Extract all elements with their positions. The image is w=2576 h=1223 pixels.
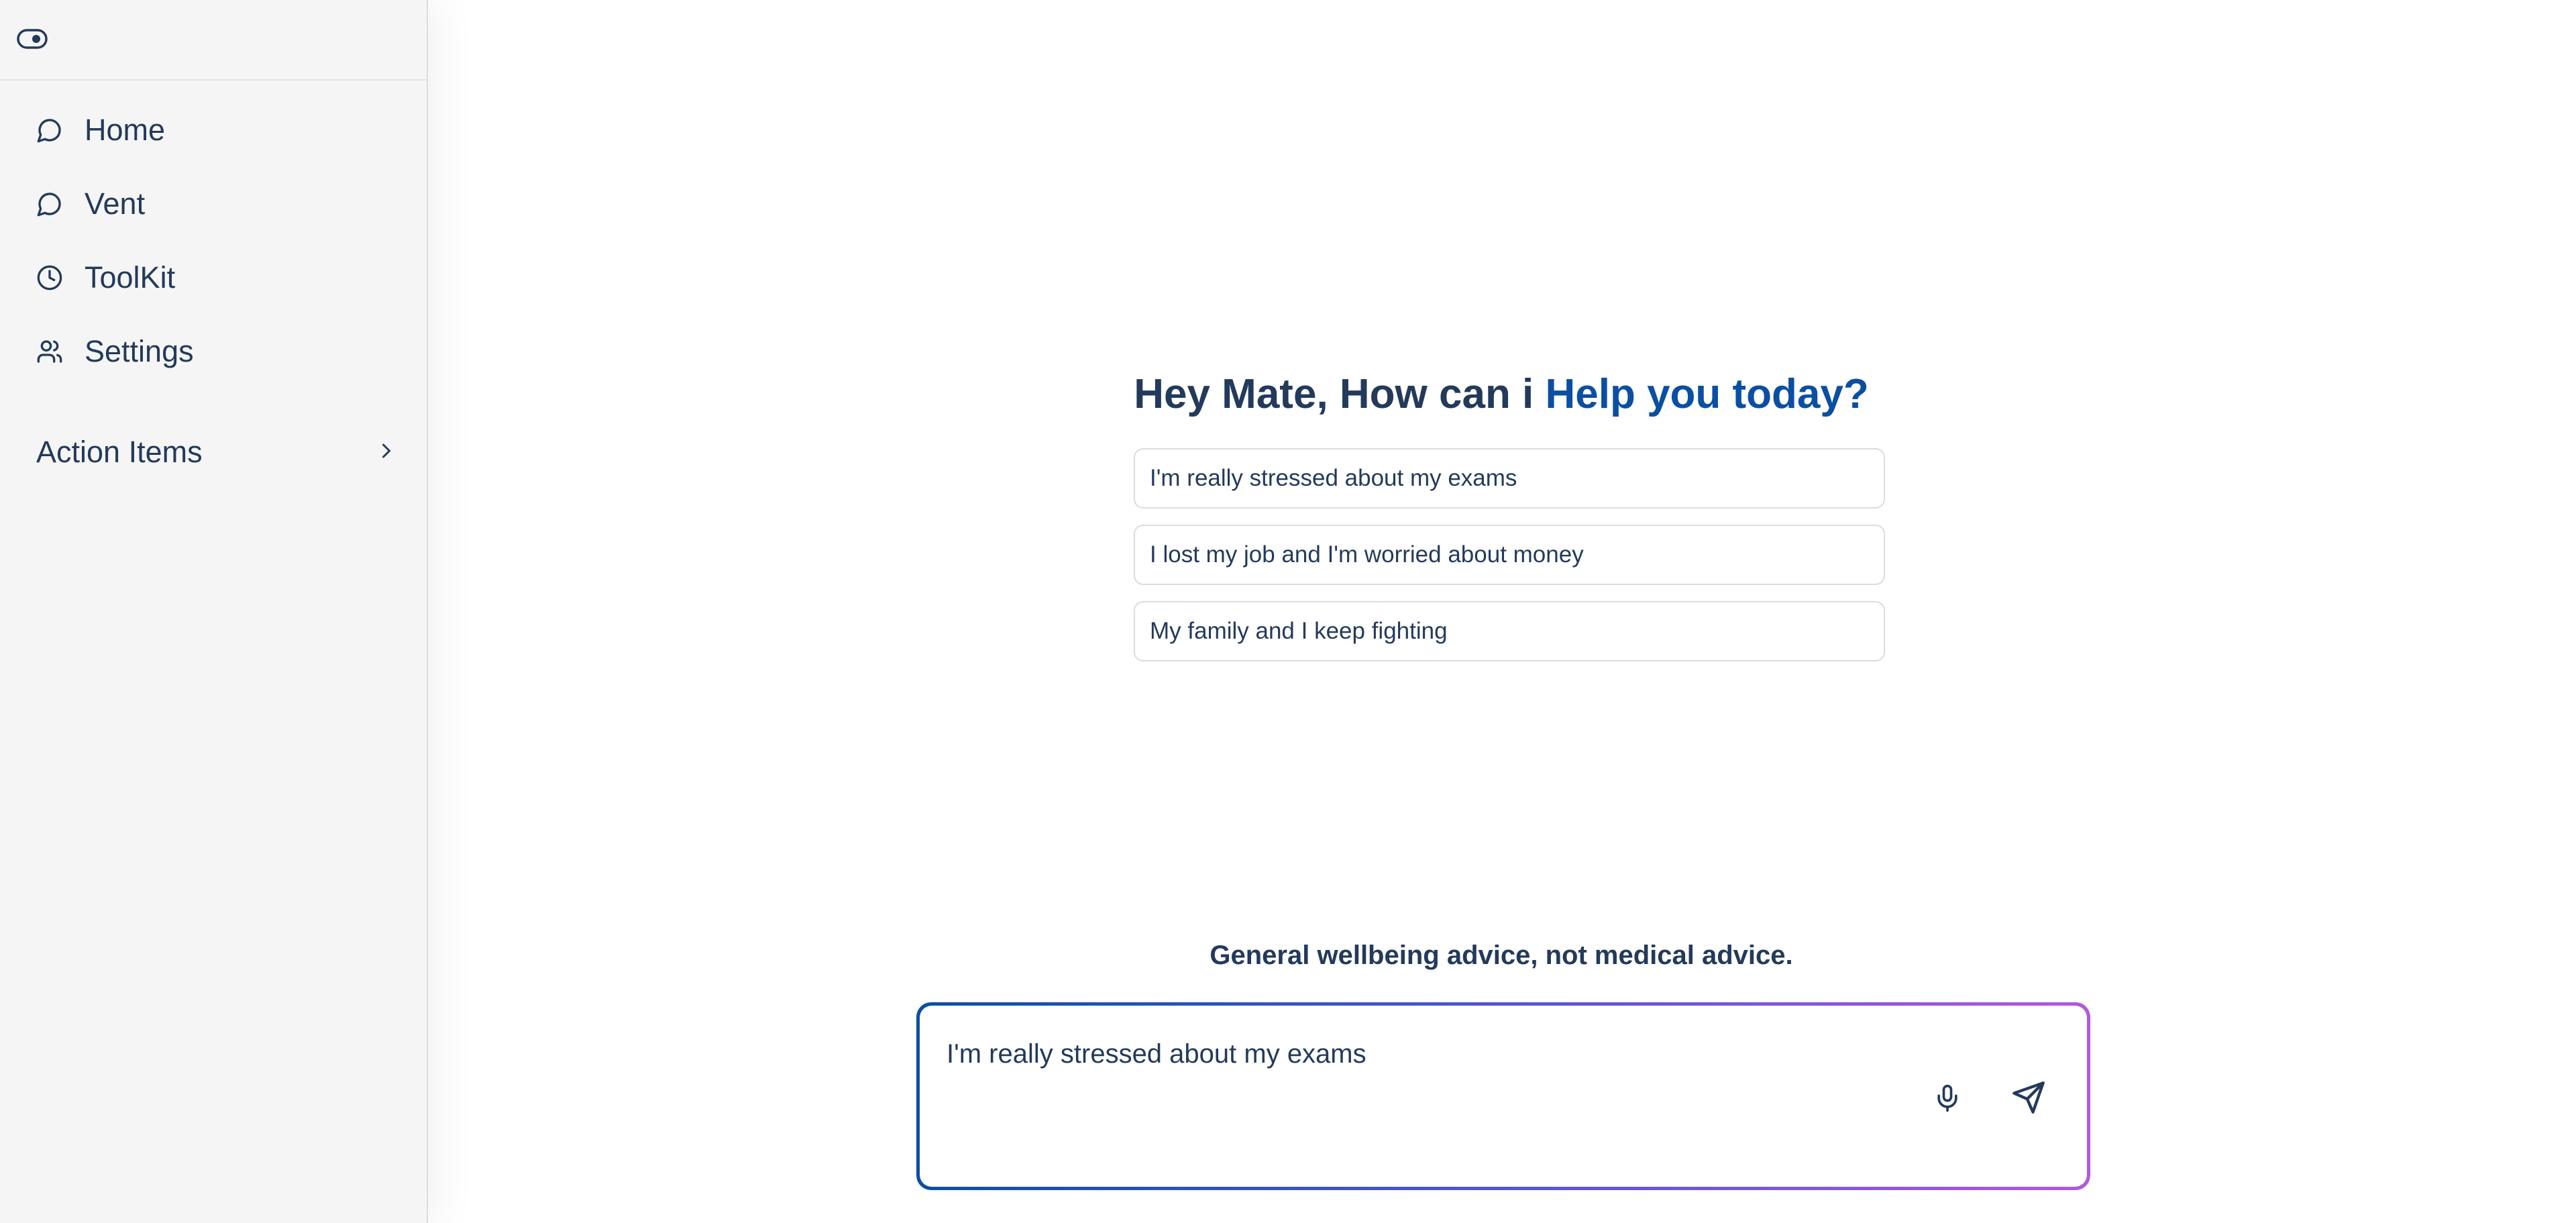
sidebar-header xyxy=(0,0,427,81)
sidebar-toggle-icon[interactable] xyxy=(16,27,48,51)
sidebar-item-label: Vent xyxy=(85,187,146,221)
suggestion-button[interactable]: I'm really stressed about my exams xyxy=(1134,448,1885,509)
sidebar-item-home[interactable]: Home xyxy=(36,103,398,157)
send-icon xyxy=(2011,1080,2046,1118)
users-icon xyxy=(36,338,63,365)
app-root: Home Vent ToolKit Settings Action Items … xyxy=(0,0,2576,1223)
chat-bubble-icon xyxy=(36,117,63,144)
action-items-toggle[interactable]: Action Items xyxy=(36,425,398,479)
send-button[interactable] xyxy=(2006,1077,2051,1121)
sidebar-item-label: Home xyxy=(85,113,166,147)
suggestion-button[interactable]: My family and I keep fighting xyxy=(1134,601,1885,661)
chat-input[interactable] xyxy=(947,1034,1886,1074)
sidebar-item-label: Settings xyxy=(85,334,194,368)
microphone-icon xyxy=(1933,1083,1962,1116)
chat-input-box xyxy=(920,1006,2087,1187)
main-content: Hey Mate, How can i Help you today? I'm … xyxy=(427,0,2576,1223)
chevron-right-icon xyxy=(374,439,398,466)
disclaimer-text: General wellbeing advice, not medical ad… xyxy=(1210,941,1793,970)
sidebar-item-toolkit[interactable]: ToolKit xyxy=(36,251,398,305)
action-items-label: Action Items xyxy=(36,435,203,469)
sidebar: Home Vent ToolKit Settings Action Items xyxy=(0,0,428,1223)
microphone-button[interactable] xyxy=(1926,1078,1969,1121)
clock-icon xyxy=(36,264,63,291)
chat-bubble-icon xyxy=(36,191,63,217)
sidebar-item-label: ToolKit xyxy=(85,260,176,295)
greeting-prefix: Hey Mate, How can i xyxy=(1134,371,1546,417)
greeting-accent: Help you today? xyxy=(1545,371,1869,417)
sidebar-item-settings[interactable]: Settings xyxy=(36,325,398,378)
sidebar-item-vent[interactable]: Vent xyxy=(36,177,398,231)
suggestion-button[interactable]: I lost my job and I'm worried about mone… xyxy=(1134,525,1885,585)
chat-input-container xyxy=(916,1002,2090,1190)
greeting-heading: Hey Mate, How can i Help you today? xyxy=(427,370,2576,418)
